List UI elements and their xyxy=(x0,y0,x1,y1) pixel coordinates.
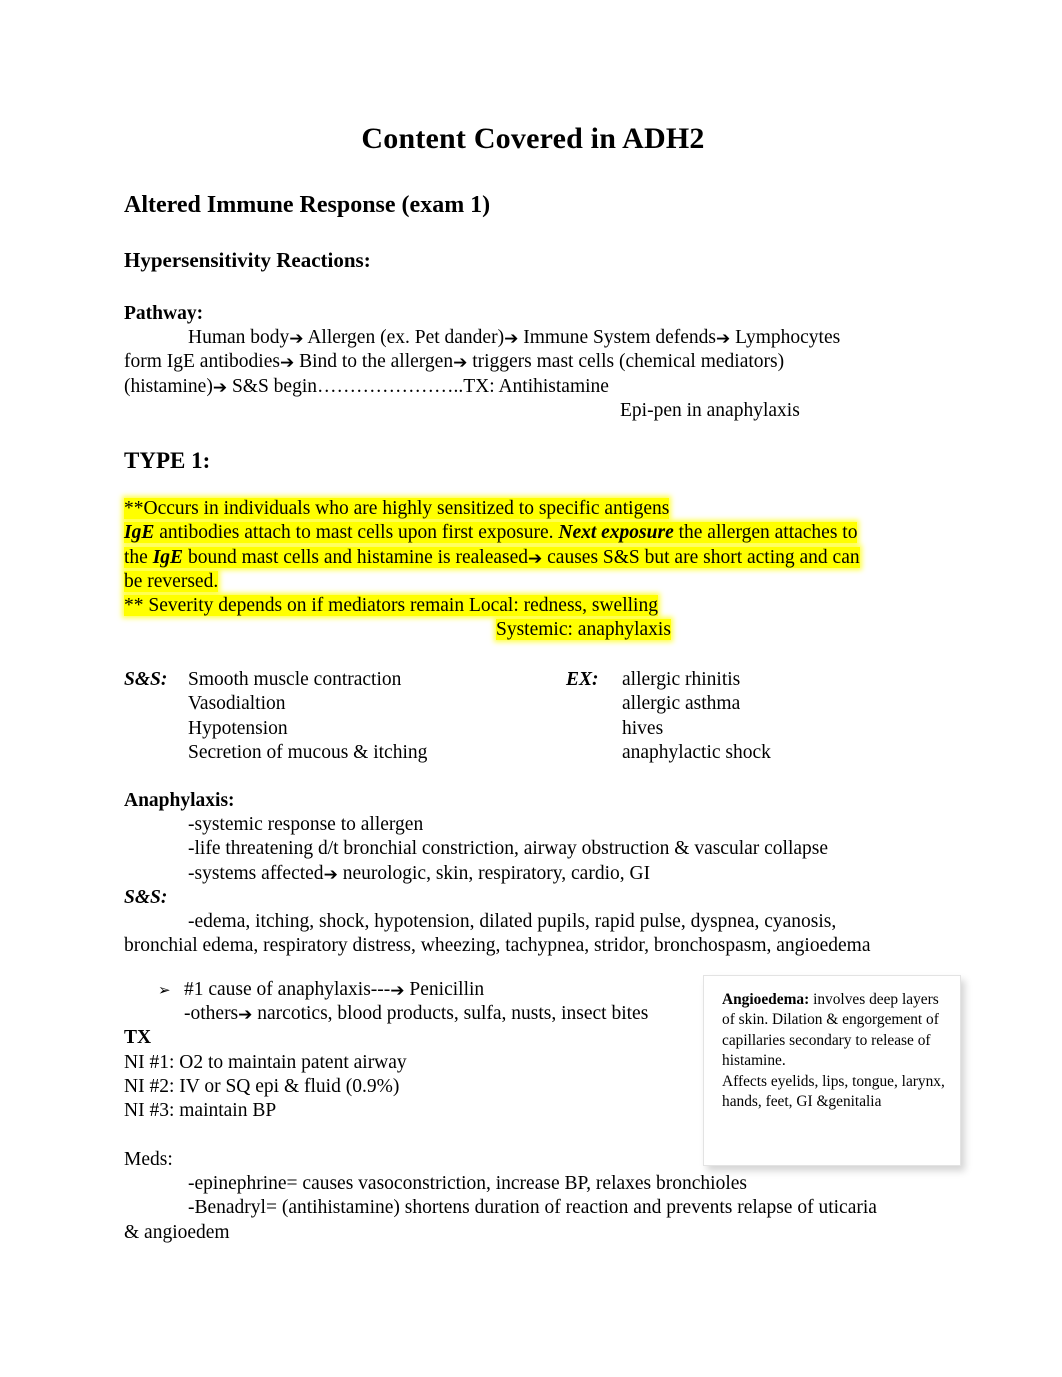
document-page: Content Covered in ADH2 Altered Immune R… xyxy=(0,0,1062,1377)
pathway-line3-b: S&S begin…………………..TX: Antihistamine xyxy=(231,375,609,397)
highlight-line-6-text: Systemic: anaphylaxis xyxy=(496,619,671,641)
pathway-line2-a: form IgE antibodies xyxy=(124,351,280,373)
highlight-line-4: be reversed. xyxy=(124,570,934,594)
table-row: Vasodialtion allergic asthma xyxy=(124,692,944,716)
highlight-line-3-text: the IgE bound mast cells and histamine i… xyxy=(124,546,860,569)
table-row: S&S: Smooth muscle contraction EX: aller… xyxy=(124,668,944,692)
callout-body-2: Affects eyelids, lips, tongue, larynx, h… xyxy=(722,1072,945,1111)
nursing-intervention-3: NI #3: maintain BP xyxy=(124,1100,277,1122)
pathway-line2-c: triggers mast cells (chemical mediators) xyxy=(472,351,785,373)
ex-value-2: allergic asthma xyxy=(622,693,741,715)
anaphylaxis-item-1: -systemic response to allergen xyxy=(188,814,424,836)
section-heading: Altered Immune Response (exam 1) xyxy=(124,192,491,218)
nursing-intervention-1: NI #1: O2 to maintain patent airway xyxy=(124,1051,407,1073)
highlight-line-4-text: be reversed. xyxy=(124,570,219,592)
ex-value-3: hives xyxy=(622,717,664,739)
subsection-heading: Hypersensitivity Reactions: xyxy=(124,248,371,272)
next-exposure-emphasis: Next exposure xyxy=(558,522,674,544)
angioedema-callout-box: Angioedema: involves deep layers of skin… xyxy=(703,975,961,1166)
pathway-line1-a: Human body xyxy=(188,327,290,349)
highlight-line-6: Systemic: anaphylaxis xyxy=(124,618,934,642)
ige-emphasis: IgE xyxy=(124,522,155,544)
pathway-line2-b: Bind to the allergen xyxy=(299,351,454,373)
pathway-line1-d: Lymphocytes xyxy=(735,327,841,349)
anaphylaxis-label: Anaphylaxis: xyxy=(124,790,235,811)
ex-value-4: anaphylactic shock xyxy=(622,742,771,764)
pathway-line1-c: Immune System defends xyxy=(523,327,717,349)
cause-others-b: narcotics, blood products, sulfa, nusts,… xyxy=(252,1003,649,1025)
anaphylaxis-ss-label: S&S: xyxy=(124,886,168,908)
highlight-line-2-text: IgE antibodies attach to mast cells upon… xyxy=(124,522,858,544)
pathway-line3-a: (histamine) xyxy=(124,375,213,397)
highlight-line-3-the: the xyxy=(124,546,153,568)
arrow-icon: ➔ xyxy=(504,329,519,350)
pathway-block: Pathway: Human body➔ Allergen (ex. Pet d… xyxy=(124,302,944,423)
arrow-icon: ➔ xyxy=(323,864,338,885)
list-item: -others➔ narcotics, blood products, sulf… xyxy=(124,1002,724,1026)
arrow-icon: ➔ xyxy=(289,329,304,350)
meds-item-2: -Benadryl= (antihistamine) shortens dura… xyxy=(188,1197,877,1219)
causes-treatment-block: ➢ #1 cause of anaphylaxis---➔ Penicillin… xyxy=(124,978,724,1123)
cause-others-a: -others xyxy=(184,1003,239,1025)
ss-value-2: Vasodialtion xyxy=(188,693,286,715)
pathway-line1-b: Allergen (ex. Pet dander) xyxy=(307,327,505,349)
ss-value-1: Smooth muscle contraction xyxy=(188,669,402,690)
list-item: ➢ #1 cause of anaphylaxis---➔ Penicillin xyxy=(124,978,724,1002)
cause-primary-a: #1 cause of anaphylaxis--- xyxy=(184,979,391,1000)
pathway-line-4: Epi-pen in anaphylaxis xyxy=(620,399,800,421)
arrow-icon: ➔ xyxy=(238,1005,253,1026)
anaphylaxis-item-3-a: -systems affected xyxy=(188,862,324,884)
cause-primary-b: Penicillin xyxy=(404,979,485,1000)
ige-emphasis: IgE xyxy=(152,546,184,568)
ss-label: S&S: xyxy=(124,669,168,690)
anaphylaxis-ss-line-1: -edema, itching, shock, hypotension, dil… xyxy=(188,911,837,933)
highlight-line-2-b: the allergen attaches to xyxy=(673,522,858,544)
pathway-label: Pathway: xyxy=(124,303,204,324)
anaphylaxis-block: Anaphylaxis: -systemic response to aller… xyxy=(124,789,954,958)
ex-value-1: allergic rhinitis xyxy=(622,669,741,690)
highlight-line-5: ** Severity depends on if mediators rema… xyxy=(124,594,934,618)
arrow-icon: ➔ xyxy=(528,548,543,569)
highlight-line-2-a: antibodies attach to mast cells upon fir… xyxy=(154,522,559,544)
meds-item-1: -epinephrine= causes vasoconstriction, i… xyxy=(188,1173,747,1195)
arrow-icon: ➔ xyxy=(279,353,295,374)
type1-heading: TYPE 1: xyxy=(124,448,211,473)
highlight-line-3-b: causes S&S but are short acting and can xyxy=(542,546,860,568)
table-row: Secretion of mucous & itching anaphylact… xyxy=(124,741,944,765)
arrow-icon: ➔ xyxy=(390,981,405,1001)
arrow-icon: ➔ xyxy=(453,353,468,374)
page-title: Content Covered in ADH2 xyxy=(361,122,705,155)
table-row: Hypotension hives xyxy=(124,717,944,741)
ss-value-4: Secretion of mucous & itching xyxy=(188,742,428,764)
ss-value-3: Hypotension xyxy=(188,717,288,739)
callout-term: Angioedema: xyxy=(722,991,809,1008)
pathway-line-3: (histamine)➔ S&S begin…………………..TX: Antih… xyxy=(124,375,944,399)
signs-examples-table: S&S: Smooth muscle contraction EX: aller… xyxy=(124,668,944,766)
anaphylaxis-item-3: -systems affected➔ neurologic, skin, res… xyxy=(124,862,954,886)
pathway-line-1: Human body➔ Allergen (ex. Pet dander)➔ I… xyxy=(124,326,944,350)
highlight-line-5-text: ** Severity depends on if mediators rema… xyxy=(124,595,658,617)
anaphylaxis-ss-line-2: bronchial edema, respiratory distress, w… xyxy=(124,935,871,957)
highlight-line-2: IgE antibodies attach to mast cells upon… xyxy=(124,521,934,545)
anaphylaxis-item-3-b: neurologic, skin, respiratory, cardio, G… xyxy=(337,862,651,884)
type1-highlight-block: **Occurs in individuals who are highly s… xyxy=(124,497,934,643)
anaphylaxis-item-2: -life threatening d/t bronchial constric… xyxy=(188,838,829,860)
arrow-icon: ➔ xyxy=(716,329,731,350)
highlight-line-1-text: **Occurs in individuals who are highly s… xyxy=(124,498,670,519)
tx-label: TX xyxy=(124,1027,152,1049)
bullet-arrow-icon: ➢ xyxy=(158,981,171,999)
meds-item-3: & angioedem xyxy=(124,1221,230,1243)
pathway-line-2: form IgE antibodies➔ Bind to the allerge… xyxy=(124,350,944,374)
nursing-intervention-2: NI #2: IV or SQ epi & fluid (0.9%) xyxy=(124,1075,400,1097)
highlight-line-1: **Occurs in individuals who are highly s… xyxy=(124,497,934,521)
callout-term-text: Angioedema: xyxy=(722,991,810,1008)
arrow-icon: ➔ xyxy=(212,377,228,398)
ex-label: EX: xyxy=(566,669,599,690)
highlight-line-3: the IgE bound mast cells and histamine i… xyxy=(124,546,934,570)
highlight-line-3-a: bound mast cells and histamine is realea… xyxy=(183,546,529,568)
